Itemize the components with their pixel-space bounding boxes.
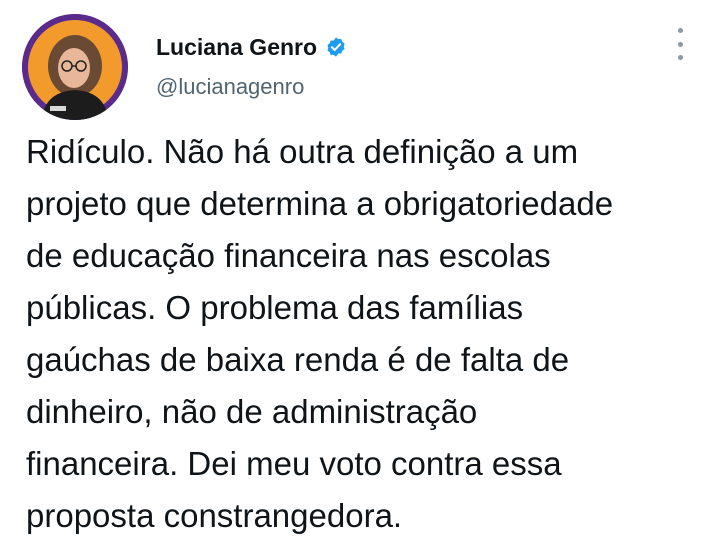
more-dot-icon bbox=[677, 55, 683, 60]
tweet-text-line: projeto que determina a obrigatoriedade bbox=[26, 185, 614, 222]
author-name-row: Luciana Genro bbox=[156, 32, 347, 62]
tweet-text-line: dinheiro, não de administração bbox=[26, 393, 478, 430]
tweet-text-line: Ridículo. Não há outra definição a um bbox=[26, 133, 579, 170]
avatar[interactable] bbox=[22, 14, 128, 120]
more-options-icon[interactable] bbox=[666, 28, 694, 60]
tweet-text-line: de educação financeira nas escolas bbox=[26, 237, 551, 274]
tweet-text-line: financeira. Dei meu voto contra essa bbox=[26, 445, 562, 482]
more-dot-icon bbox=[677, 28, 683, 33]
more-dot-icon bbox=[677, 41, 683, 47]
tweet-text-line: proposta constrangedora. bbox=[26, 497, 403, 534]
tweet-card: Luciana Genro @lucianagenro Ridículo. Nã… bbox=[0, 0, 720, 534]
tweet-text-line: gaúchas de baixa renda é de falta de bbox=[26, 341, 570, 378]
tweet-text-line: públicas. O problema das famílias bbox=[26, 289, 524, 326]
tweet-text: Ridículo. Não há outra definição a um pr… bbox=[26, 126, 706, 542]
author-handle[interactable]: @lucianagenro bbox=[156, 74, 304, 100]
verified-badge-icon bbox=[325, 36, 347, 58]
display-name[interactable]: Luciana Genro bbox=[156, 34, 317, 61]
avatar-image bbox=[22, 14, 128, 120]
